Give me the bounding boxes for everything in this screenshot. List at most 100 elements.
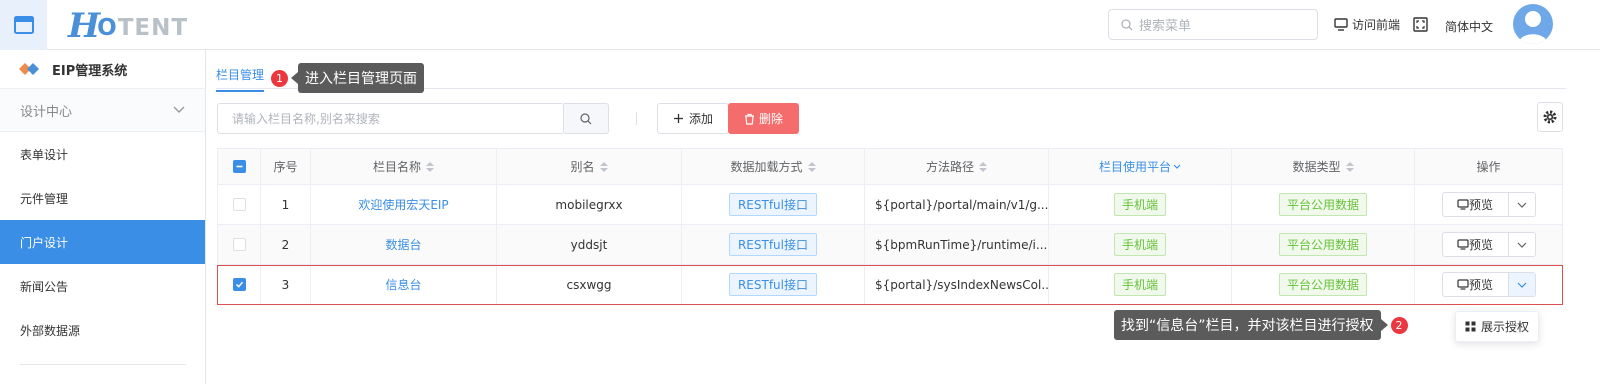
preview-button[interactable]: 预览 bbox=[1443, 273, 1509, 296]
monitor-icon bbox=[1334, 18, 1348, 31]
table-header-row: 序号 栏目名称 别名 数据加载方式 方法路径 栏目使用平台 数据类型 操作 bbox=[217, 148, 1563, 185]
row-index: 1 bbox=[261, 185, 311, 224]
check-icon bbox=[235, 281, 243, 288]
table-settings-button[interactable] bbox=[1537, 102, 1563, 132]
preview-dropdown-toggle[interactable] bbox=[1509, 233, 1535, 256]
data-type-tag: 平台公用数据 bbox=[1278, 193, 1367, 216]
sidebar-item-news[interactable]: 新闻公告 bbox=[0, 264, 205, 308]
preview-split-button: 预览 bbox=[1441, 232, 1536, 257]
logo-text: OTENT bbox=[97, 15, 189, 41]
preview-split-button: 预览 bbox=[1441, 272, 1536, 297]
row-column-name-link[interactable]: 数据台 bbox=[311, 225, 497, 264]
chevron-down-icon bbox=[1517, 242, 1526, 248]
display-authorization-menu-item[interactable]: 展示授权 bbox=[1455, 311, 1539, 342]
header-platform[interactable]: 栏目使用平台 bbox=[1049, 149, 1232, 184]
eip-logo-icon bbox=[19, 63, 39, 75]
header-actions: 操作 bbox=[1415, 149, 1563, 184]
header-alias[interactable]: 别名 bbox=[497, 149, 682, 184]
gear-icon bbox=[1543, 110, 1557, 124]
top-bar: H OTENT 搜索菜单 访问前端 简体中文 bbox=[0, 0, 1600, 50]
sidebar-item-component-management[interactable]: 元件管理 bbox=[0, 176, 205, 220]
table-row: 1 欢迎使用宏天EIP mobilegrxx RESTful接口 ${porta… bbox=[217, 185, 1563, 225]
column-search-placeholder: 请输入栏目名称,别名来搜索 bbox=[232, 112, 380, 126]
column-search-button[interactable] bbox=[564, 103, 609, 134]
avatar[interactable] bbox=[1513, 4, 1553, 44]
row-method-path: ${portal}/sysIndexNewsCol... bbox=[865, 265, 1049, 304]
column-search-input[interactable]: 请输入栏目名称,别名来搜索 bbox=[217, 103, 564, 134]
header-column-name[interactable]: 栏目名称 bbox=[311, 149, 497, 184]
sidebar-group-label: 设计中心 bbox=[20, 104, 73, 120]
fullscreen-icon[interactable] bbox=[1413, 17, 1428, 32]
tab-column-management[interactable]: 栏目管理 bbox=[216, 66, 265, 92]
row-checkbox[interactable] bbox=[232, 278, 246, 291]
row-alias: yddsjt bbox=[497, 225, 682, 264]
sidebar-item-form-design[interactable]: 表单设计 bbox=[0, 132, 205, 176]
sidebar-item-portal-design[interactable]: 门户设计 bbox=[0, 220, 205, 264]
menu-icon bbox=[13, 16, 34, 34]
menu-search-input[interactable]: 搜索菜单 bbox=[1108, 9, 1318, 40]
select-all-checkbox[interactable] bbox=[232, 160, 246, 173]
add-button[interactable]: 添加 bbox=[657, 103, 729, 134]
system-title-label: EIP管理系统 bbox=[52, 63, 128, 79]
row-alias: csxwgg bbox=[497, 265, 682, 304]
preview-dropdown-toggle[interactable] bbox=[1509, 193, 1535, 216]
preview-dropdown-toggle[interactable] bbox=[1508, 273, 1535, 296]
load-method-tag: RESTful接口 bbox=[728, 273, 818, 296]
row-checkbox[interactable] bbox=[232, 198, 246, 211]
sidebar: EIP管理系统 设计中心 表单设计 元件管理 门户设计 新闻公告 外部数据源 bbox=[0, 50, 206, 384]
display-authorization-label: 展示授权 bbox=[1480, 320, 1529, 334]
search-icon bbox=[1121, 18, 1133, 30]
preview-button[interactable]: 预览 bbox=[1443, 233, 1509, 256]
platform-tag: 手机端 bbox=[1113, 273, 1166, 296]
row-method-path: ${bpmRunTime}/runtime/i... bbox=[865, 225, 1049, 264]
platform-tag: 手机端 bbox=[1113, 193, 1166, 216]
header-select-all-cell bbox=[217, 149, 261, 184]
load-method-tag: RESTful接口 bbox=[728, 193, 818, 216]
row-column-name-link[interactable]: 欢迎使用宏天EIP bbox=[311, 185, 497, 224]
header-method-path[interactable]: 方法路径 bbox=[865, 149, 1049, 184]
step-1-badge: 1 bbox=[271, 69, 288, 87]
add-button-label: 添加 bbox=[688, 112, 713, 126]
grid-icon bbox=[1465, 321, 1476, 332]
row-checkbox[interactable] bbox=[232, 238, 246, 251]
menu-search-placeholder: 搜索菜单 bbox=[1139, 19, 1192, 34]
row-index: 3 bbox=[261, 265, 311, 304]
header-index: 序号 bbox=[261, 149, 311, 184]
chevron-down-icon bbox=[1517, 282, 1526, 288]
preview-button[interactable]: 预览 bbox=[1443, 193, 1509, 216]
user-icon bbox=[1518, 11, 1548, 44]
monitor-icon bbox=[1457, 279, 1469, 290]
preview-split-button: 预览 bbox=[1441, 192, 1536, 217]
monitor-icon bbox=[1457, 199, 1469, 210]
step-2-badge: 2 bbox=[1390, 316, 1408, 334]
sidebar-item-external-datasource[interactable]: 外部数据源 bbox=[0, 308, 205, 352]
column-table: 序号 栏目名称 别名 数据加载方式 方法路径 栏目使用平台 数据类型 操作 1 … bbox=[217, 148, 1563, 305]
table-row-selected: 3 信息台 csxwgg RESTful接口 ${portal}/sysInde… bbox=[217, 265, 1563, 305]
language-switch[interactable]: 简体中文 bbox=[1445, 18, 1493, 35]
sort-icon bbox=[979, 161, 987, 172]
search-icon bbox=[580, 112, 592, 124]
visit-frontend-link[interactable]: 访问前端 bbox=[1334, 16, 1400, 33]
sort-icon bbox=[426, 161, 434, 172]
system-title: EIP管理系统 bbox=[0, 50, 205, 88]
row-index: 2 bbox=[261, 225, 311, 264]
delete-button-label: 删除 bbox=[758, 112, 783, 126]
row-alias: mobilegrxx bbox=[497, 185, 682, 224]
chevron-up-icon bbox=[173, 106, 185, 113]
sort-icon bbox=[1345, 161, 1354, 172]
monitor-icon bbox=[1457, 239, 1469, 250]
sidebar-group-design-center[interactable]: 设计中心 bbox=[0, 88, 205, 132]
filter-chevron-icon bbox=[1173, 164, 1181, 169]
hotent-logo: H OTENT bbox=[68, 7, 188, 43]
step-1-tooltip: 进入栏目管理页面 bbox=[291, 63, 424, 93]
menu-toggle-button[interactable] bbox=[0, 0, 47, 50]
delete-button[interactable]: 删除 bbox=[728, 103, 799, 134]
header-data-type[interactable]: 数据类型 bbox=[1232, 149, 1415, 184]
data-type-tag: 平台公用数据 bbox=[1278, 273, 1367, 296]
step-1-callout: 1 进入栏目管理页面 bbox=[271, 63, 424, 93]
row-column-name-link[interactable]: 信息台 bbox=[311, 265, 497, 304]
step-2-callout: 找到“信息台”栏目，并对该栏目进行授权 2 bbox=[1114, 310, 1408, 340]
row-method-path: ${portal}/portal/main/v1/g... bbox=[865, 185, 1049, 224]
header-load-method[interactable]: 数据加载方式 bbox=[682, 149, 865, 184]
sort-icon bbox=[599, 161, 608, 172]
